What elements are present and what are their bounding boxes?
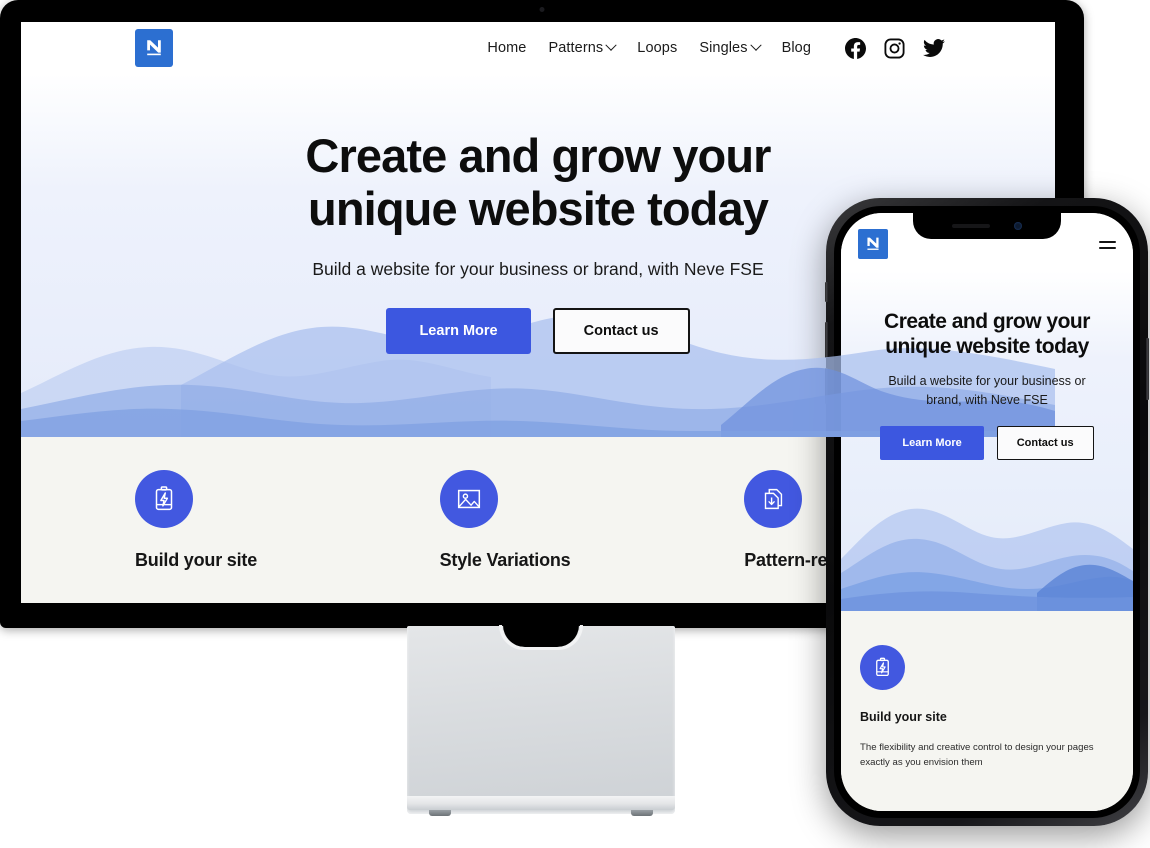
site-logo[interactable] bbox=[135, 29, 173, 67]
nav-label: Home bbox=[487, 40, 527, 56]
mobile-learn-more-button[interactable]: Learn More bbox=[880, 425, 984, 460]
facebook-icon[interactable] bbox=[845, 37, 866, 59]
hero-cta-group: Learn More Contact us bbox=[386, 308, 690, 355]
feature-title: Build your site bbox=[135, 549, 258, 570]
laptop-foot-right bbox=[631, 810, 653, 816]
phone-speaker-icon bbox=[952, 224, 990, 228]
phone-notch bbox=[913, 213, 1061, 239]
hamburger-menu-icon[interactable] bbox=[1099, 241, 1116, 249]
page-title: Create and grow your unique website toda… bbox=[305, 129, 771, 235]
mobile-hero-cta-group: Learn More Contact us bbox=[880, 425, 1094, 460]
mobile-site-logo[interactable] bbox=[858, 229, 888, 259]
instagram-icon[interactable] bbox=[884, 37, 905, 59]
mobile-hero-subtitle: Build a website for your business or bra… bbox=[888, 374, 1086, 407]
mobile-mountain-illustration bbox=[841, 508, 1133, 611]
hero-subtitle: Build a website for your business or bra… bbox=[312, 259, 764, 280]
nav-item-blog[interactable]: Blog bbox=[782, 40, 811, 56]
feature-card-build-your-site: Build your site bbox=[81, 469, 386, 571]
mobile-features-section: Build your site The flexibility and crea… bbox=[841, 611, 1133, 811]
mobile-hero-section: Create and grow your unique website toda… bbox=[841, 271, 1133, 611]
phone-device: Create and grow your unique website toda… bbox=[825, 198, 1149, 826]
mobile-feature-description: The flexibility and creative control to … bbox=[860, 742, 1094, 768]
phone-power-button[interactable] bbox=[1146, 338, 1149, 400]
mobile-page-title: Create and grow your unique website toda… bbox=[884, 310, 1090, 359]
laptop-base-notch bbox=[499, 625, 583, 650]
chevron-down-icon bbox=[749, 39, 762, 51]
laptop-foot-left bbox=[429, 810, 451, 816]
nav-item-patterns[interactable]: Patterns bbox=[548, 39, 617, 56]
laptop-base-lip bbox=[407, 796, 675, 810]
chevron-down-icon bbox=[605, 39, 617, 51]
learn-more-button[interactable]: Learn More bbox=[386, 308, 531, 355]
documents-download-icon bbox=[744, 469, 803, 528]
device-mockup-scene: Home Patterns Loops Singles Blog Create … bbox=[0, 0, 1150, 848]
social-links bbox=[845, 37, 945, 59]
nav-label: Loops bbox=[637, 40, 678, 56]
feature-card-style-variations: Style Variations bbox=[386, 469, 691, 571]
battery-bolt-icon bbox=[860, 645, 905, 690]
twitter-icon[interactable] bbox=[923, 37, 945, 59]
feature-title: Style Variations bbox=[439, 549, 571, 570]
mobile-contact-us-button[interactable]: Contact us bbox=[996, 425, 1094, 460]
mobile-feature-title: Build your site bbox=[860, 710, 947, 724]
main-navigation: Home Patterns Loops Singles Blog bbox=[487, 37, 945, 59]
phone-front-camera-icon bbox=[1014, 222, 1022, 230]
nav-label: Singles bbox=[699, 40, 748, 56]
nav-label: Blog bbox=[781, 40, 811, 56]
nav-item-home[interactable]: Home bbox=[487, 40, 526, 56]
nav-item-loops[interactable]: Loops bbox=[637, 40, 677, 56]
laptop-base-body bbox=[407, 625, 675, 814]
nav-label: Patterns bbox=[548, 40, 604, 56]
laptop-base bbox=[407, 625, 675, 829]
laptop-webcam-icon bbox=[539, 7, 545, 12]
site-header: Home Patterns Loops Singles Blog bbox=[21, 22, 1055, 74]
nav-item-singles[interactable]: Singles bbox=[699, 39, 762, 56]
battery-bolt-icon bbox=[135, 469, 193, 528]
contact-us-button[interactable]: Contact us bbox=[552, 308, 690, 355]
image-landscape-icon bbox=[439, 469, 498, 528]
